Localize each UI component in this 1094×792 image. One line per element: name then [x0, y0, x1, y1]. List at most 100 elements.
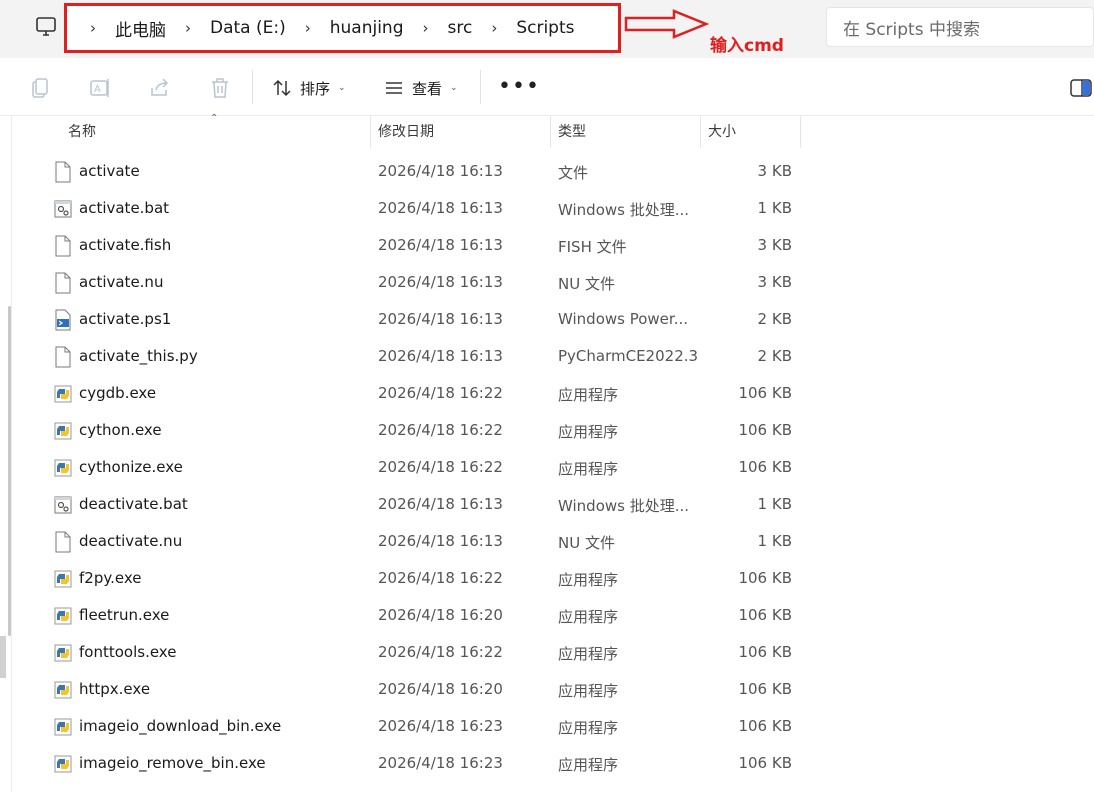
- file-modified-date: 2026/4/18 16:22: [378, 569, 503, 587]
- file-type: Windows Power...: [558, 310, 689, 328]
- search-placeholder[interactable]: 在 Scripts 中搜索: [843, 15, 980, 40]
- file-size: 106 KB: [738, 754, 792, 772]
- file-row[interactable]: fleetrun.exe 2026/4/18 16:20 应用程序 106 KB: [12, 598, 1094, 635]
- breadcrumb-data-drive[interactable]: Data (E:): [206, 18, 290, 38]
- delete-icon[interactable]: [208, 76, 232, 100]
- file-size: 106 KB: [738, 606, 792, 624]
- file-row[interactable]: deactivate.bat 2026/4/18 16:13 Windows 批处理…: [12, 487, 1094, 524]
- file-modified-date: 2026/4/18 16:13: [378, 495, 503, 513]
- file-modified-date: 2026/4/18 16:13: [378, 236, 503, 254]
- chevron-right-icon[interactable]: ›: [75, 19, 111, 37]
- file-size: 106 KB: [738, 421, 792, 439]
- python-exe-icon: [53, 457, 73, 479]
- file-type: 应用程序: [558, 423, 619, 441]
- file-name: activate.fish: [79, 236, 172, 254]
- breadcrumb-huanjing[interactable]: huanjing: [326, 18, 408, 38]
- file-size: 106 KB: [738, 458, 792, 476]
- chevron-right-icon[interactable]: ›: [408, 19, 444, 37]
- python-exe-icon: [53, 753, 73, 775]
- document-icon: [53, 346, 73, 368]
- address-strip: › 此电脑 › Data (E:) › huanjing › src › Scr…: [0, 0, 1094, 58]
- file-size: 3 KB: [757, 236, 792, 254]
- file-type: NU 文件: [558, 534, 615, 552]
- file-name: imageio_remove_bin.exe: [79, 754, 266, 772]
- file-row[interactable]: cython.exe 2026/4/18 16:22 应用程序 106 KB: [12, 413, 1094, 450]
- file-modified-date: 2026/4/18 16:22: [378, 458, 503, 476]
- svg-text:A: A: [94, 84, 101, 95]
- column-divider[interactable]: [800, 116, 801, 148]
- file-row[interactable]: imageio_download_bin.exe 2026/4/18 16:23 应…: [12, 709, 1094, 746]
- file-list: activate 2026/4/18 16:13 文件 3 KB activate.b…: [12, 154, 1094, 783]
- share-icon[interactable]: [148, 76, 172, 100]
- nav-scrollbar-thumb[interactable]: [0, 636, 6, 678]
- file-row[interactable]: deactivate.nu 2026/4/18 16:13 NU 文件 1 KB: [12, 524, 1094, 561]
- breadcrumb-src[interactable]: src: [444, 18, 477, 38]
- file-name: cython.exe: [79, 421, 162, 439]
- sort-button[interactable]: 排序 ⌄: [272, 73, 346, 103]
- python-exe-icon: [53, 642, 73, 664]
- view-button[interactable]: 查看 ⌄: [384, 73, 458, 103]
- file-row[interactable]: activate.nu 2026/4/18 16:13 NU 文件 3 KB: [12, 265, 1094, 302]
- file-type: 应用程序: [558, 756, 619, 774]
- column-name-header[interactable]: 名称: [58, 116, 370, 148]
- file-type: 应用程序: [558, 682, 619, 700]
- file-row[interactable]: fonttools.exe 2026/4/18 16:22 应用程序 106 KB: [12, 635, 1094, 672]
- python-exe-icon: [53, 568, 73, 590]
- batch-file-icon: [53, 198, 73, 220]
- powershell-file-icon: [53, 309, 73, 331]
- python-exe-icon: [53, 383, 73, 405]
- column-size-header[interactable]: 大小: [698, 116, 798, 148]
- file-row[interactable]: activate.fish 2026/4/18 16:13 FISH 文件 3 KB: [12, 228, 1094, 265]
- file-modified-date: 2026/4/18 16:13: [378, 273, 503, 291]
- file-modified-date: 2026/4/18 16:22: [378, 421, 503, 439]
- file-type: 应用程序: [558, 645, 619, 663]
- file-size: 1 KB: [757, 199, 792, 217]
- file-modified-date: 2026/4/18 16:22: [378, 643, 503, 661]
- more-options-button[interactable]: •••: [498, 74, 540, 99]
- search-box[interactable]: 在 Scripts 中搜索: [826, 7, 1094, 47]
- rename-icon[interactable]: A: [88, 76, 112, 100]
- nav-scrollbar[interactable]: [8, 306, 11, 636]
- file-row[interactable]: activate.ps1 2026/4/18 16:13 Windows Power…: [12, 302, 1094, 339]
- chevron-right-icon[interactable]: ›: [476, 19, 512, 37]
- column-date-header[interactable]: 修改日期: [368, 116, 548, 148]
- batch-file-icon: [53, 494, 73, 516]
- file-row[interactable]: f2py.exe 2026/4/18 16:22 应用程序 106 KB: [12, 561, 1094, 598]
- this-pc-icon[interactable]: [34, 15, 58, 39]
- details-pane-icon[interactable]: [1070, 79, 1092, 97]
- file-name: cythonize.exe: [79, 458, 183, 476]
- address-bar[interactable]: › 此电脑 › Data (E:) › huanjing › src › Scr…: [64, 3, 621, 53]
- file-row[interactable]: activate_this.py 2026/4/18 16:13 PyCharmCE…: [12, 339, 1094, 376]
- file-modified-date: 2026/4/18 16:13: [378, 199, 503, 217]
- breadcrumb-this-pc[interactable]: 此电脑: [111, 16, 170, 41]
- file-name: deactivate.nu: [79, 532, 183, 550]
- file-type: 文件: [558, 164, 589, 182]
- file-row[interactable]: activate 2026/4/18 16:13 文件 3 KB: [12, 154, 1094, 191]
- document-icon: [53, 531, 73, 553]
- file-row[interactable]: imageio_remove_bin.exe 2026/4/18 16:23 应用程…: [12, 746, 1094, 783]
- chevron-right-icon[interactable]: ›: [290, 19, 326, 37]
- file-modified-date: 2026/4/18 16:22: [378, 384, 503, 402]
- file-size: 2 KB: [757, 310, 792, 328]
- column-type-header[interactable]: 类型: [548, 116, 698, 148]
- file-modified-date: 2026/4/18 16:20: [378, 680, 503, 698]
- file-name: activate.bat: [79, 199, 170, 217]
- document-icon: [53, 235, 73, 257]
- file-row[interactable]: activate.bat 2026/4/18 16:13 Windows 批处理..…: [12, 191, 1094, 228]
- file-row[interactable]: cythonize.exe 2026/4/18 16:22 应用程序 106 KB: [12, 450, 1094, 487]
- file-size: 106 KB: [738, 384, 792, 402]
- chevron-right-icon[interactable]: ›: [170, 19, 206, 37]
- file-name: deactivate.bat: [79, 495, 188, 513]
- copy-icon[interactable]: [28, 76, 52, 100]
- python-exe-icon: [53, 716, 73, 738]
- column-header: ⌃ 名称 修改日期 类型 大小: [12, 113, 1094, 148]
- file-row[interactable]: cygdb.exe 2026/4/18 16:22 应用程序 106 KB: [12, 376, 1094, 413]
- file-row[interactable]: httpx.exe 2026/4/18 16:20 应用程序 106 KB: [12, 672, 1094, 709]
- toolbar-divider: [252, 70, 253, 104]
- file-name: httpx.exe: [79, 680, 151, 698]
- python-exe-icon: [53, 605, 73, 627]
- file-type: FISH 文件: [558, 238, 627, 256]
- breadcrumb-scripts[interactable]: Scripts: [512, 18, 578, 38]
- file-type: Windows 批处理...: [558, 201, 690, 219]
- sort-label: 排序: [300, 79, 331, 98]
